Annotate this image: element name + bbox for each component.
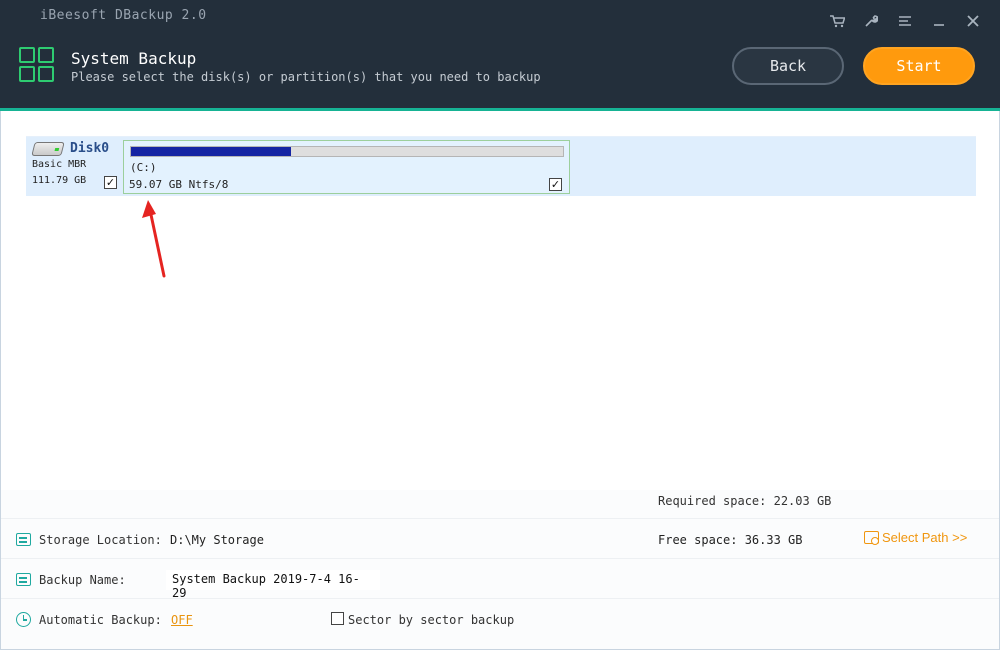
backup-name-input[interactable]: System Backup 2019-7-4 16-29: [166, 570, 380, 600]
sector-by-sector-checkbox[interactable]: [331, 612, 344, 625]
disk-type: Basic MBR: [32, 159, 87, 170]
red-arrow-annotation: [142, 200, 166, 278]
automatic-backup-toggle[interactable]: OFF: [171, 613, 193, 627]
free-space: Free space: 36.33 GB: [658, 533, 803, 547]
sector-by-sector-label: Sector by sector backup: [348, 613, 515, 627]
window-controls: [820, 10, 990, 32]
header-accent-line: [0, 108, 1000, 111]
disk-checkbox[interactable]: ✓: [104, 176, 117, 189]
select-path-label: Select Path >>: [882, 530, 968, 545]
separator: [0, 598, 1000, 599]
backup-name-icon: [16, 573, 31, 586]
windows-logo-icon: [19, 47, 55, 83]
partition-usage-fill: [131, 147, 291, 156]
page-subtitle: Please select the disk(s) or partition(s…: [71, 70, 541, 84]
hard-disk-icon: [31, 142, 65, 156]
minimize-icon[interactable]: [922, 10, 956, 32]
automatic-backup-label: Automatic Backup:: [39, 613, 162, 627]
separator: [0, 558, 1000, 559]
required-space: Required space: 22.03 GB: [658, 494, 832, 508]
disk-name: Disk0: [70, 141, 110, 156]
wrench-icon[interactable]: [854, 10, 888, 32]
backup-name-label: Backup Name:: [39, 573, 126, 587]
folder-search-icon: [864, 531, 879, 545]
storage-location-label: Storage Location:: [39, 533, 162, 547]
partition-label: (C:): [130, 161, 157, 174]
partition-c[interactable]: (C:) 59.07 GB Ntfs/8 ✓: [123, 140, 570, 194]
clock-icon: [16, 612, 31, 627]
page-title: System Backup: [71, 49, 197, 68]
cart-icon[interactable]: [820, 10, 854, 32]
separator: [0, 518, 1000, 519]
partition-info: 59.07 GB Ntfs/8: [129, 178, 229, 191]
partition-usage-bar: [130, 146, 564, 157]
back-button[interactable]: Back: [732, 47, 844, 85]
disk-size: 111.79 GB: [32, 175, 87, 186]
close-icon[interactable]: [956, 10, 990, 32]
storage-location-icon: [16, 533, 31, 546]
header-bar: iBeesoft DBackup 2.0 System Backup Pleas…: [0, 0, 1000, 108]
partition-checkbox[interactable]: ✓: [549, 178, 562, 191]
menu-icon[interactable]: [888, 10, 922, 32]
select-path-button[interactable]: Select Path >>: [864, 530, 967, 545]
storage-location-value: D:\My Storage: [170, 533, 264, 547]
app-title: iBeesoft DBackup 2.0: [40, 8, 207, 23]
disk-info[interactable]: Disk0 Basic MBR 111.79 GB ✓: [26, 137, 122, 197]
start-button[interactable]: Start: [863, 47, 975, 85]
disk-row: Disk0 Basic MBR 111.79 GB ✓ (C:) 59.07 G…: [26, 136, 976, 196]
